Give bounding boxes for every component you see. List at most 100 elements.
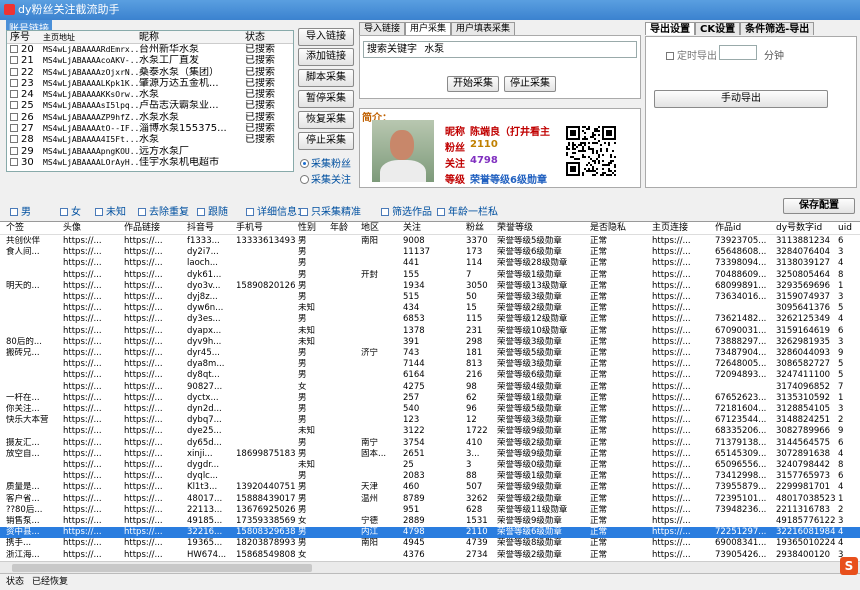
checkbox-icon [95,208,103,216]
links-row[interactable]: 24 MS4wLjABAAAAKKsOrw... 水泵 已搜索 [7,89,293,100]
row-checkbox-icon[interactable] [10,101,18,110]
tab-ck-settings[interactable]: CK设置 [695,22,741,35]
links-row[interactable]: 20 MS4wLjABAAAARdEmrx... 台州新华水泵 已搜索 [7,44,293,55]
table-row[interactable]: 浙江海... https://... https://... HW674... 1586… [0,550,860,561]
links-row[interactable]: 28 MS4wLjABAAAA4I5Ft... 水泵 已搜索 [7,134,293,145]
option-checkbox[interactable]: 年龄一栏私 [437,203,498,218]
row-checkbox-icon[interactable] [10,157,18,166]
table-row[interactable]: https://... https://... dyqlc... 男 2083 88 荣誉等… [0,471,860,482]
table-row[interactable]: 放空自... https://... https://... xinji... 1869… [0,449,860,460]
links-row[interactable]: 26 MS4wLjABAAAAZP9hfZ... 水泵水泵 已搜索 [7,112,293,123]
table-row[interactable]: 质量是... https://... https://... Kl1t3... 1392… [0,482,860,493]
table-row[interactable]: https://... https://... dya8m... 男 7144 813 荣誉… [0,359,860,370]
row-checkbox-icon[interactable] [10,67,18,76]
row-checkbox-icon[interactable] [10,56,18,65]
row-checkbox-icon[interactable] [10,146,18,155]
radio-collect-fans[interactable]: 采集粉丝 [300,155,351,170]
manual-export-button[interactable]: 手动导出 [654,90,828,108]
tab-user-collect[interactable]: 用户采集 [405,22,452,35]
row-checkbox-icon[interactable] [10,135,18,144]
table-row[interactable]: https://... https://... 90827... 女 4275 98 荣誉等… [0,382,860,393]
links-list[interactable]: 序号 主页地址 昵称 状态 20 MS4wLjABAAAARdEmrx... 台州新华水泵已… [6,30,294,172]
links-row[interactable]: 22 MS4wLjABAAAAzOjxrN... 桑泰水泵（集团） 已搜索 [7,67,293,78]
option-checkbox[interactable]: 只采集精准 [300,203,361,218]
table-row[interactable]: 食人间... https://... https://... dy2i7... 男 111… [0,247,860,258]
table-cell: https://... [124,269,163,280]
row-checkbox-icon[interactable] [10,90,18,99]
table-row[interactable]: 资中县... https://... https://... 32216... 1580… [0,527,860,539]
table-row[interactable]: https://... https://... laoch... 男 441 114 荣誉等… [0,258,860,269]
table-row[interactable]: 明天的... https://... https://... dyo3v... 1589… [0,281,860,292]
tab-user-form-collect[interactable]: 用户填表采集 [451,22,516,35]
table-row[interactable]: https://... https://... dy3es... 男 6853 115 荣誉… [0,314,860,325]
table-row[interactable]: 携手... https://... https://... 19365... 18203… [0,538,860,549]
table-cell: 正常 [590,258,608,269]
option-checkbox[interactable]: 男 [10,203,31,218]
row-checkbox-icon[interactable] [10,45,18,53]
timed-export-checkbox[interactable]: 定时导出 [666,47,717,62]
scrollbar-thumb[interactable] [12,564,312,572]
table-row[interactable]: https://... https://... dyj8z... 男 515 50 荣誉等级… [0,292,860,303]
table-row[interactable]: 80后的... https://... https://... dyv9h... 未知 3… [0,337,860,348]
option-checkbox[interactable]: 筛选作品 [381,203,432,218]
links-header: 序号 主页地址 昵称 状态 [7,31,293,44]
minutes-input[interactable] [719,45,757,60]
links-row[interactable]: 25 MS4wLjABAAAAsI5lpq... 卢岳志沃霸泵业... 已搜索 [7,100,293,111]
table-row[interactable]: 你关注... https://... https://... dyn2d... 男 540… [0,404,860,415]
links-row[interactable]: 23 MS4wLjABAAAALKpk1K... 肇源万达五金机... 已搜索 [7,78,293,89]
search-keyword-input[interactable]: 搜索关键字 水泵 [363,41,637,58]
table-cell: https://... [124,549,163,560]
table-row[interactable]: https://... https://... dy8qt... 男 6164 216 荣誉… [0,370,860,381]
links-row[interactable]: 30 MS4wLjABAAAALOrAyH... 佳宇水泵机电超市 [7,157,293,168]
import-links-button[interactable]: 导入链接 [298,28,354,46]
table-cell: 73948236... [715,504,767,515]
table-row[interactable]: 共创伙伴 https://... https://... f1333... 133336… [0,236,860,247]
table-row[interactable]: 销售泵... https://... https://... 49185... 1735… [0,516,860,527]
stop-collect-button[interactable]: 停止采集 [298,132,354,150]
resume-collect-button[interactable]: 恢复采集 [298,111,354,129]
radio-collect-follow[interactable]: 采集关注 [300,171,351,186]
save-config-button[interactable]: 保存配置 [783,198,855,214]
table-header-cell: 头像 [63,223,82,233]
pause-collect-button[interactable]: 暂停采集 [298,90,354,108]
results-table[interactable]: 个签 头像 作品链接 抖音号 手机号 性别 年龄 地区 关注 粉丝 荣誉等级 是否隐私 主页连接 作品id… [0,221,860,561]
tab-export-settings[interactable]: 导出设置 [645,22,695,35]
option-checkbox[interactable]: 女 [60,203,81,218]
option-checkbox[interactable]: 未知 [95,203,126,218]
table-row[interactable]: https://... https://... dye25... 未知 3122 1722… [0,426,860,437]
table-row[interactable]: https://... https://... dyk61... 男 开封 155 7 荣誉等… [0,270,860,281]
table-cell: https://... [63,404,102,414]
script-collect-button[interactable]: 脚本采集 [298,69,354,87]
links-row[interactable]: 27 MS4wLjABAAAAtO--IF... 淄博水泵155375... 已搜索 [7,123,293,134]
table-row[interactable]: https://... https://... dyapx... 未知 1378 231 荣… [0,326,860,337]
row-checkbox-icon[interactable] [10,112,18,121]
option-checkbox[interactable]: 详细信息1 [246,203,303,218]
row-checkbox-icon[interactable] [10,124,18,133]
table-row[interactable]: https://... https://... dyw6n... 未知 434 15 荣誉等… [0,303,860,314]
row-checkbox-icon[interactable] [10,78,18,87]
tab-import-links[interactable]: 导入链接 [359,22,406,35]
table-cell: 男 [298,258,307,269]
links-row[interactable]: 21 MS4wLjABAAAAcoAKV-... 水泵工厂直发 已搜索 [7,55,293,66]
links-row[interactable]: 29 MS4wLjABAAAApngKOU... 远方水泵厂 [7,146,293,157]
table-row[interactable]: 客户省... https://... https://... 48017... 1588… [0,494,860,505]
table-row[interactable]: 快乐大本营 https://... https://... dybq7... 男 123 1… [0,415,860,426]
table-cell: 2889 [403,516,425,526]
table-row[interactable]: 一杆在... https://... https://... dyctx... 男 257… [0,393,860,404]
stop-search-button[interactable]: 停止采集 [504,76,556,92]
table-cell: 荣誉等级5级勋章 [497,348,562,358]
table-row[interactable]: 搬砖兄... https://... https://... dyr45... 男 济宁 7… [0,348,860,359]
add-link-button[interactable]: 添加链接 [298,48,354,66]
table-row[interactable]: ??80后... https://... https://... 22113... 13… [0,505,860,516]
start-search-button[interactable]: 开始采集 [447,76,499,92]
table-row[interactable]: 摄友汇... https://... https://... dy65d... 男 南宁 3… [0,438,860,449]
option-checkbox[interactable]: 去除重复 [138,203,189,218]
horizontal-scrollbar[interactable] [0,561,860,573]
table-cell: dyn2d... [187,404,222,414]
table-row[interactable]: https://... https://... dygdr... 未知 25 3 荣誉等级0… [0,460,860,471]
option-checkbox[interactable]: 跟随 [197,203,228,218]
table-cell: 65145309... [715,448,767,459]
tab-filter-export[interactable]: 条件筛选-导出 [740,22,815,35]
table-cell: dy65d... [187,437,222,448]
checkbox-icon [666,52,674,60]
